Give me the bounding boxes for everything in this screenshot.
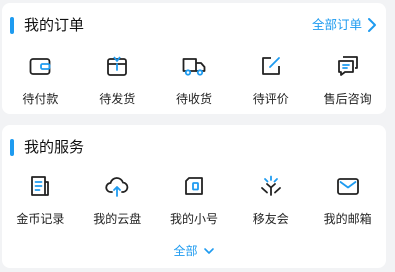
order-status-row: 待付款 待发货 待收货 待评价 售后咨询 (2, 53, 386, 107)
all-orders-link[interactable]: 全部订单 (312, 16, 378, 34)
my-services-title: 我的服务 (24, 138, 85, 156)
section-accent-bar (10, 139, 14, 156)
my-orders-title: 我的订单 (24, 16, 85, 34)
order-pending-payment-label: 待付款 (22, 92, 59, 106)
section-accent-bar (10, 17, 14, 34)
expand-all-services-button[interactable]: 全部 (2, 243, 386, 259)
order-after-sales-label: 售后咨询 (323, 92, 372, 106)
order-pending-receipt-label: 待收货 (175, 92, 212, 106)
truck-icon (182, 58, 206, 76)
service-community[interactable]: 移友会 (232, 173, 309, 227)
document-list-icon (31, 176, 50, 196)
order-pending-shipment-label: 待发货 (99, 92, 136, 106)
order-pending-review-label: 待评价 (252, 92, 289, 106)
all-orders-label: 全部订单 (311, 17, 362, 32)
edit-review-icon (261, 57, 280, 75)
order-after-sales[interactable]: 售后咨询 (309, 53, 386, 107)
my-services-card: 我的服务 金币记录 我的云盘 我的小号 移友会 我的邮箱 全部 (2, 125, 386, 268)
cloud-upload-icon (105, 177, 129, 197)
service-mailbox-label: 我的邮箱 (323, 212, 372, 226)
chat-bubble-icon (337, 56, 358, 76)
chevron-right-icon (368, 18, 376, 32)
phone-card-icon (185, 177, 203, 195)
package-icon (107, 56, 128, 76)
wallet-icon (29, 58, 51, 75)
service-coin-records-label: 金币记录 (16, 212, 65, 226)
order-pending-shipment[interactable]: 待发货 (79, 53, 156, 107)
service-secondary-number[interactable]: 我的小号 (156, 173, 233, 227)
service-secondary-number-label: 我的小号 (169, 212, 218, 226)
my-services-header: 我的服务 (2, 125, 386, 165)
service-cloud-drive[interactable]: 我的云盘 (79, 173, 156, 227)
service-community-label: 移友会 (252, 212, 289, 226)
my-orders-header: 我的订单 全部订单 (2, 3, 386, 43)
service-coin-records[interactable]: 金币记录 (2, 173, 79, 227)
chevron-down-icon (203, 248, 214, 254)
services-row: 金币记录 我的云盘 我的小号 移友会 我的邮箱 (2, 173, 386, 227)
mail-icon (336, 178, 359, 195)
order-pending-review[interactable]: 待评价 (232, 53, 309, 107)
service-cloud-drive-label: 我的云盘 (93, 212, 142, 226)
service-mailbox[interactable]: 我的邮箱 (309, 173, 386, 227)
expand-all-label: 全部 (173, 244, 198, 258)
order-pending-receipt[interactable]: 待收货 (156, 53, 233, 107)
community-icon (260, 175, 281, 196)
my-orders-card: 我的订单 全部订单 待付款 待发货 待收货 待评价 售后咨询 (2, 3, 386, 114)
order-pending-payment[interactable]: 待付款 (2, 53, 79, 107)
